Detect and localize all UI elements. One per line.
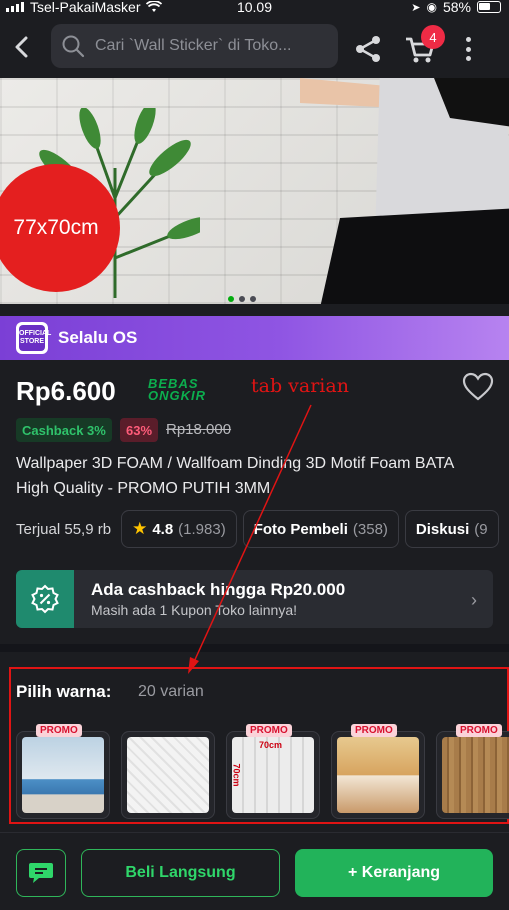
- discussion-count: (9: [474, 520, 488, 538]
- heart-icon[interactable]: [462, 372, 494, 402]
- bottom-action-bar: Beli Langsung + Keranjang: [0, 832, 509, 910]
- product-page: Tsel-PakaiMasker 10.09 ➤ ◉ 58% Cari `Wal…: [0, 0, 509, 910]
- variant-thumbnail[interactable]: [331, 731, 425, 819]
- cashback-icon-container: [16, 570, 74, 628]
- dot-icon: [465, 56, 471, 61]
- carousel-dot: [239, 296, 245, 302]
- share-icon[interactable]: [353, 34, 383, 64]
- top-header: Cari `Wall Sticker` di Toko... 4: [0, 16, 509, 78]
- variant-size-text: 70cm: [231, 763, 242, 787]
- chat-button[interactable]: [16, 849, 66, 897]
- buyer-photos-pill[interactable]: Foto Pembeli (358): [242, 510, 399, 548]
- product-title: Wallpaper 3D FOAM / Wallfoam Dinding 3D …: [16, 455, 454, 497]
- promo-badge: PROMO: [456, 724, 502, 737]
- status-right: ➤ ◉ 58%: [411, 0, 501, 15]
- carousel-indicator: [228, 296, 256, 302]
- variant-thumbnail[interactable]: [16, 731, 110, 819]
- carousel-dot: [250, 296, 256, 302]
- search-icon: [62, 35, 85, 58]
- cashback-chip: Cashback 3%: [16, 418, 112, 442]
- person-image: [300, 78, 509, 304]
- official-store-banner[interactable]: OFFICIAL STORE Selalu OS: [0, 316, 509, 360]
- discussion-pill[interactable]: Diskusi (9: [404, 510, 499, 548]
- carousel-dot: [228, 296, 234, 302]
- dot-icon: [465, 46, 471, 52]
- original-price: Rp18.000: [166, 421, 232, 438]
- section-divider: [0, 644, 509, 652]
- alarm-icon: ◉: [426, 0, 437, 14]
- official-store-logo: OFFICIAL STORE: [16, 322, 51, 354]
- rating-pill[interactable]: ★ 4.8 (1.983): [121, 510, 237, 548]
- official-store-logo-text: OFFICIAL STORE: [19, 325, 51, 351]
- more-options-button[interactable]: [458, 34, 478, 64]
- variant-thumbnail[interactable]: [121, 731, 215, 819]
- add-to-cart-button[interactable]: + Keranjang: [295, 849, 493, 897]
- variant-size-text: 70cm: [259, 740, 283, 750]
- product-price: Rp6.600: [16, 376, 116, 406]
- buyer-photos-count: (358): [352, 520, 388, 538]
- variant-thumbnail[interactable]: [436, 731, 509, 819]
- promo-badge: PROMO: [246, 724, 292, 737]
- buyer-photos-label: Foto Pembeli: [253, 520, 348, 538]
- annotation-label: tab varian: [251, 375, 349, 397]
- battery-icon: [477, 1, 501, 13]
- status-bar: Tsel-PakaiMasker 10.09 ➤ ◉ 58%: [0, 0, 509, 16]
- variant-image: [127, 737, 209, 813]
- shop-banner-label: Selalu OS: [58, 328, 138, 347]
- sold-count: Terjual 55,9 rb: [16, 520, 112, 538]
- variant-count: 20 varian: [138, 683, 204, 700]
- search-placeholder: Cari `Wall Sticker` di Toko...: [95, 37, 292, 54]
- free-shipping-badge: BEBAS ONGKIR: [148, 377, 206, 403]
- cashback-title: Ada cashback hingga Rp20.000: [91, 580, 346, 599]
- variant-image: [22, 737, 104, 813]
- variant-thumbnail[interactable]: 70cm 70cm: [226, 731, 320, 819]
- dot-icon: [465, 37, 471, 42]
- rating-value: 4.8: [152, 520, 174, 538]
- discount-chip: 63%: [120, 418, 159, 442]
- cart-count-badge: 4: [421, 25, 445, 49]
- rating-count: (1.983): [178, 520, 226, 538]
- variant-image: [442, 737, 509, 813]
- discussion-label: Diskusi: [415, 520, 470, 538]
- product-stats-row: Terjual 55,9 rb ★ 4.8 (1.983) Foto Pembe…: [16, 510, 505, 548]
- free-shipping-line2: ONGKIR: [148, 388, 206, 403]
- chevron-left-icon: [15, 36, 28, 58]
- promo-badge: PROMO: [36, 724, 82, 737]
- buy-now-button[interactable]: Beli Langsung: [81, 849, 280, 897]
- discount-badge-icon: [31, 584, 59, 614]
- star-icon: ★: [132, 519, 148, 538]
- location-icon: ➤: [411, 1, 421, 14]
- battery-percent: 58%: [442, 0, 471, 15]
- search-bar[interactable]: Cari `Wall Sticker` di Toko...: [51, 24, 338, 68]
- chevron-right-icon: ›: [471, 590, 477, 610]
- cashback-promo-card[interactable]: Ada cashback hingga Rp20.000 Masih ada 1…: [16, 570, 493, 628]
- cashback-subtitle: Masih ada 1 Kupon Toko lainnya!: [91, 602, 297, 618]
- promo-badge: PROMO: [351, 724, 397, 737]
- variant-heading: Pilih warna:: [16, 682, 112, 701]
- variant-image: [337, 737, 419, 813]
- back-button[interactable]: [6, 30, 36, 64]
- product-image-carousel[interactable]: 77x70cm: [0, 78, 509, 304]
- chat-icon: [29, 863, 53, 883]
